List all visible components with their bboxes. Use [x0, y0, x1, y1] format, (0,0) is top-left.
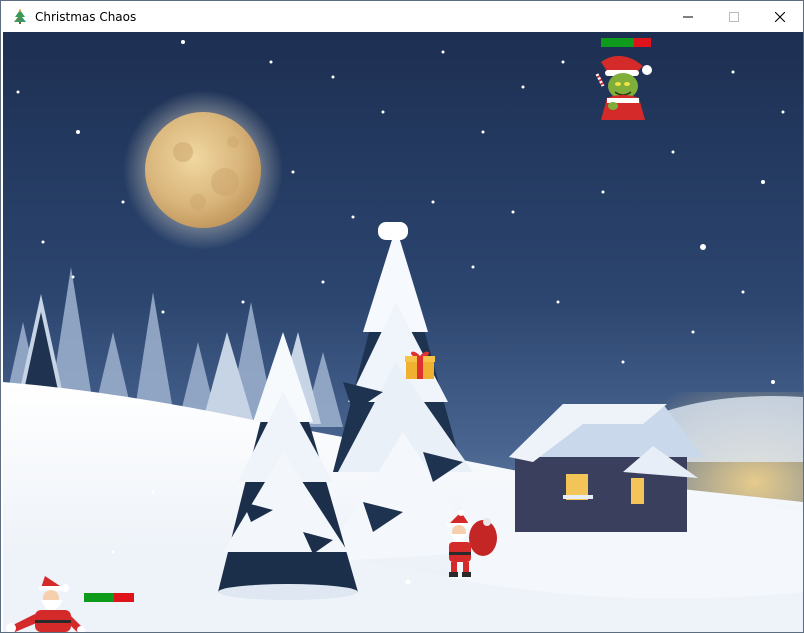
minimize-icon [683, 16, 693, 17]
close-icon [775, 11, 785, 22]
player-health-empty [114, 593, 134, 602]
maximize-icon [729, 11, 739, 22]
game-canvas[interactable] [3, 32, 803, 632]
santa-player[interactable] [5, 570, 87, 632]
window-controls [665, 1, 803, 32]
minimize-button[interactable] [665, 1, 711, 32]
title-bar[interactable]: Christmas Chaos [1, 1, 803, 32]
enemy-health-bar [601, 38, 651, 47]
grinch-enemy[interactable] [589, 52, 653, 122]
game-window: Christmas Chaos [0, 0, 804, 633]
player-health-fill [84, 593, 114, 602]
close-button[interactable] [757, 1, 803, 32]
maximize-button[interactable] [711, 1, 757, 32]
gift-box[interactable] [403, 347, 437, 381]
enemy-health-fill [601, 38, 634, 47]
window-title: Christmas Chaos [35, 9, 137, 24]
santa-with-sack[interactable] [439, 510, 499, 578]
christmas-tree-icon [14, 8, 26, 24]
player-health-bar [84, 593, 134, 602]
scene-background [3, 32, 803, 632]
enemy-health-empty [633, 38, 651, 47]
